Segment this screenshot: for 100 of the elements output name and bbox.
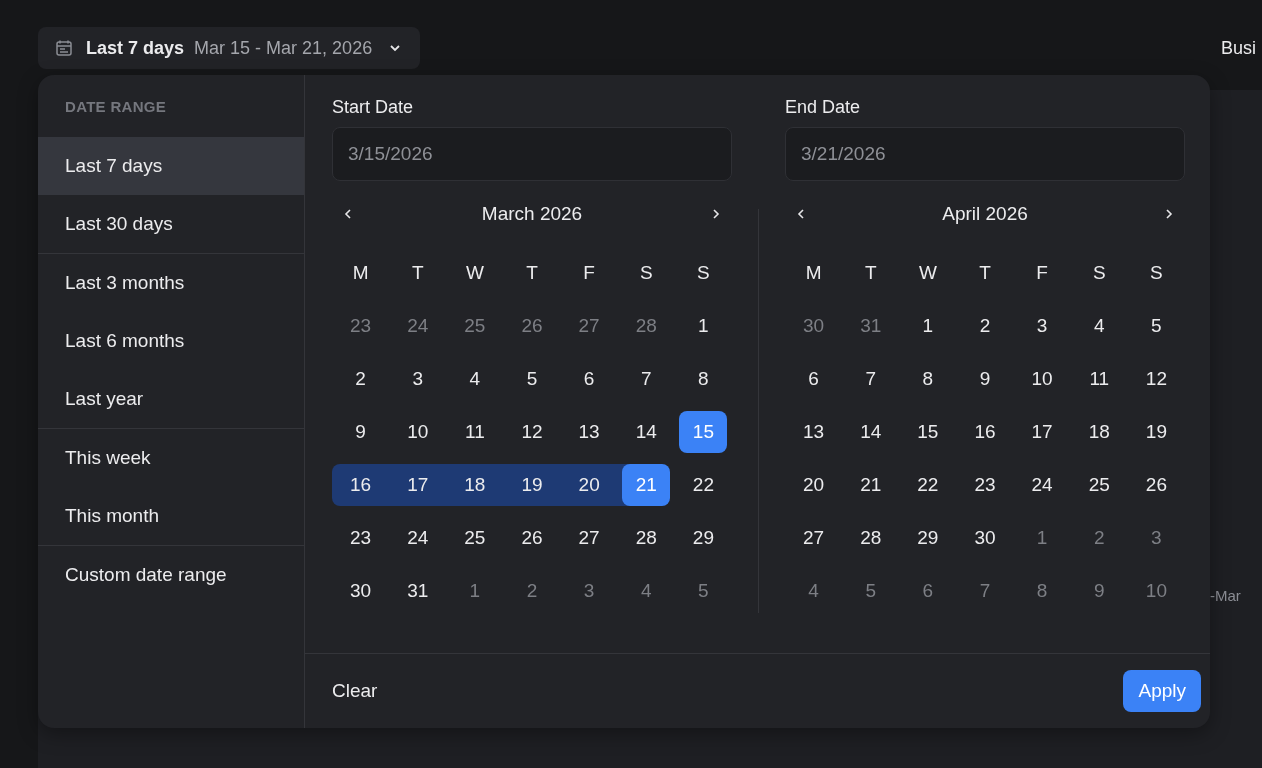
calendar-day[interactable]: 1 — [679, 304, 728, 347]
calendar-day[interactable]: 7 — [622, 357, 671, 400]
calendar-day[interactable]: 5 — [846, 569, 895, 612]
calendar-day[interactable]: 22 — [679, 463, 728, 506]
calendar-day[interactable]: 26 — [1132, 463, 1181, 506]
calendar-day[interactable]: 11 — [1075, 357, 1124, 400]
calendar-day[interactable]: 6 — [565, 357, 614, 400]
calendar-day[interactable]: 26 — [508, 304, 556, 347]
calendar-day[interactable]: 4 — [450, 357, 499, 400]
calendar-day[interactable]: 21 — [622, 463, 671, 506]
calendar-day[interactable]: 1 — [450, 569, 499, 612]
calendar-day[interactable]: 3 — [1018, 304, 1067, 347]
calendar-day[interactable]: 24 — [393, 516, 442, 559]
calendar-day[interactable]: 7 — [961, 569, 1009, 612]
calendar-day[interactable]: 25 — [450, 516, 499, 559]
calendar-day[interactable]: 25 — [450, 304, 499, 347]
month-title: March 2026 — [481, 203, 583, 225]
calendar-day[interactable]: 29 — [679, 516, 728, 559]
calendar-day[interactable]: 4 — [789, 569, 838, 612]
calendar-day[interactable]: 13 — [789, 410, 838, 453]
calendar-day[interactable]: 21 — [846, 463, 895, 506]
preset-item[interactable]: This week — [38, 429, 304, 487]
weekday-label: S — [1091, 260, 1107, 285]
calendar-day[interactable]: 5 — [508, 357, 556, 400]
calendar-day[interactable]: 29 — [903, 516, 952, 559]
calendar-day[interactable]: 20 — [789, 463, 838, 506]
calendar-day[interactable]: 3 — [565, 569, 614, 612]
calendar-day[interactable]: 9 — [1075, 569, 1124, 612]
previous-month-icon[interactable] — [795, 207, 807, 221]
calendar-day[interactable]: 3 — [1132, 516, 1181, 559]
calendar-day[interactable]: 27 — [789, 516, 838, 559]
calendar-day[interactable]: 18 — [1075, 410, 1124, 453]
end-date-field[interactable]: 3/21/2026 — [785, 127, 1185, 181]
preset-item[interactable]: Last 30 days — [38, 195, 304, 253]
calendar-day[interactable]: 28 — [622, 516, 671, 559]
calendar-day[interactable]: 23 — [961, 463, 1009, 506]
calendar-day[interactable]: 11 — [450, 410, 499, 453]
calendar-day[interactable]: 8 — [1018, 569, 1067, 612]
preset-item[interactable]: Custom date range — [38, 546, 304, 604]
calendar-day[interactable]: 2 — [1075, 516, 1124, 559]
calendar-day[interactable]: 23 — [336, 516, 385, 559]
calendar-day[interactable]: 10 — [1132, 569, 1181, 612]
calendar-day[interactable]: 8 — [903, 357, 952, 400]
calendar-day[interactable]: 27 — [565, 516, 614, 559]
calendar-day[interactable]: 14 — [846, 410, 895, 453]
calendar-day[interactable]: 30 — [336, 569, 385, 612]
calendar-day[interactable]: 4 — [622, 569, 671, 612]
calendar-day[interactable]: 31 — [393, 569, 442, 612]
weekday-label: T — [525, 260, 539, 285]
calendar-day[interactable]: 12 — [1132, 357, 1181, 400]
calendar-day[interactable]: 2 — [508, 569, 556, 612]
calendar-day[interactable]: 5 — [1132, 304, 1181, 347]
next-month-icon[interactable] — [1163, 207, 1175, 221]
start-date-field[interactable]: 3/15/2026 — [332, 127, 732, 181]
preset-item[interactable]: Last 7 days — [38, 137, 304, 195]
calendar-day[interactable]: 6 — [903, 569, 952, 612]
calendar-day[interactable]: 17 — [1018, 410, 1067, 453]
calendar-day[interactable]: 7 — [846, 357, 895, 400]
calendar-day[interactable]: 3 — [393, 357, 442, 400]
calendar-day[interactable]: 9 — [336, 410, 385, 453]
calendar-day[interactable]: 16 — [961, 410, 1009, 453]
calendar-day[interactable]: 9 — [961, 357, 1009, 400]
calendar-day[interactable]: 25 — [1075, 463, 1124, 506]
apply-button[interactable]: Apply — [1123, 670, 1201, 712]
calendar-day[interactable]: 30 — [789, 304, 838, 347]
calendar-day[interactable]: 30 — [961, 516, 1009, 559]
preset-item[interactable]: This month — [38, 487, 304, 545]
calendar-day[interactable]: 5 — [679, 569, 728, 612]
date-range-button[interactable]: Last 7 days Mar 15 - Mar 21, 2026 — [38, 27, 421, 69]
calendar-day[interactable]: 10 — [1018, 357, 1067, 400]
calendar-day[interactable]: 27 — [565, 304, 614, 347]
calendar-day[interactable]: 24 — [1018, 463, 1067, 506]
calendar-day[interactable]: 10 — [393, 410, 442, 453]
calendar-day[interactable]: 6 — [789, 357, 838, 400]
calendar-day[interactable]: 26 — [508, 516, 556, 559]
calendar-day[interactable]: 23 — [336, 304, 385, 347]
calendar-day[interactable]: 8 — [679, 357, 728, 400]
calendar-day[interactable]: 1 — [903, 304, 952, 347]
next-month-icon[interactable] — [710, 207, 722, 221]
calendar-day[interactable]: 31 — [846, 304, 895, 347]
preset-item[interactable]: Last 6 months — [38, 312, 304, 370]
preset-item[interactable]: Last 3 months — [38, 254, 304, 312]
calendar-day[interactable]: 28 — [622, 304, 671, 347]
calendar-day[interactable]: 14 — [622, 410, 671, 453]
calendar-day[interactable]: 24 — [393, 304, 442, 347]
calendar-day[interactable]: 1 — [1018, 516, 1067, 559]
calendar-day[interactable]: 28 — [846, 516, 895, 559]
weekday-label: F — [582, 260, 596, 285]
calendar-day[interactable]: 13 — [565, 410, 614, 453]
clear-button[interactable]: Clear — [332, 680, 378, 702]
calendar-day[interactable]: 4 — [1075, 304, 1124, 347]
calendar-day[interactable]: 15 — [679, 410, 728, 453]
calendar-day[interactable]: 2 — [961, 304, 1009, 347]
preset-item[interactable]: Last year — [38, 370, 304, 428]
calendar-day[interactable]: 19 — [1132, 410, 1181, 453]
calendar-day[interactable]: 15 — [903, 410, 952, 453]
previous-month-icon[interactable] — [342, 207, 354, 221]
calendar-day[interactable]: 12 — [508, 410, 556, 453]
calendar-day[interactable]: 22 — [903, 463, 952, 506]
calendar-day[interactable]: 2 — [336, 357, 385, 400]
